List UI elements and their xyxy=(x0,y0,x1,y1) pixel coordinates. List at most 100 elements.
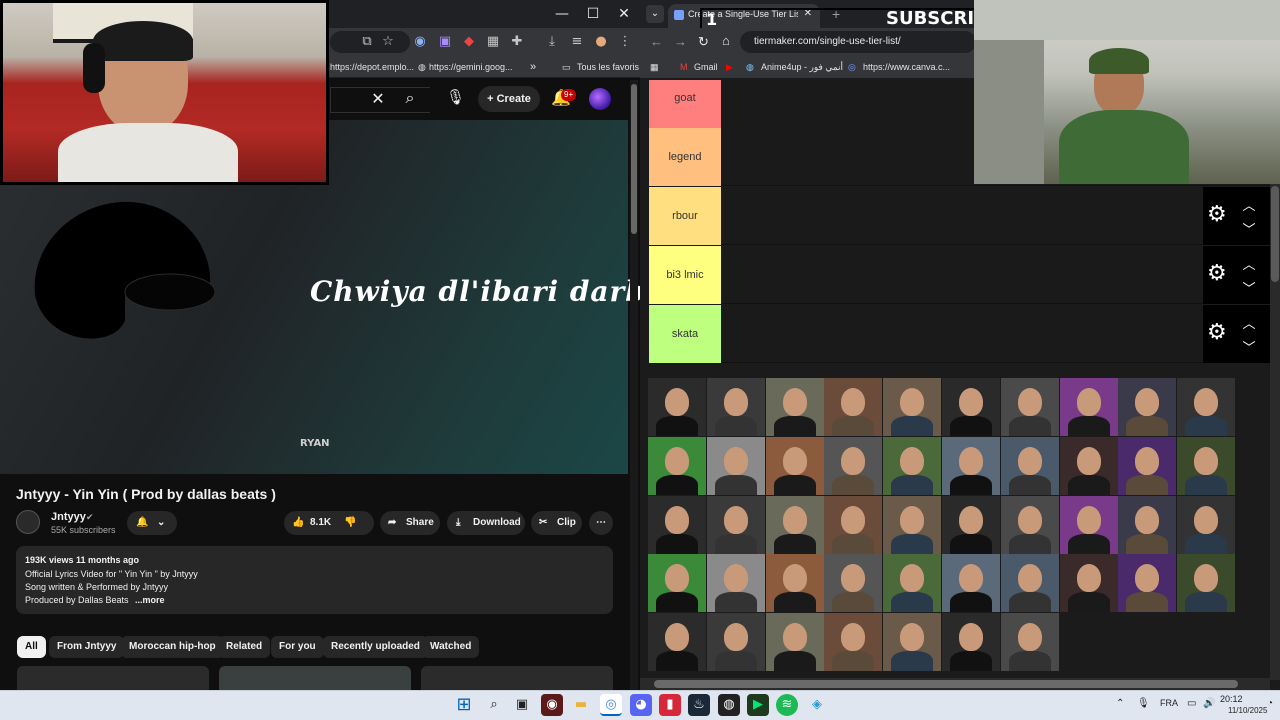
tier-label[interactable]: bi3 lmic xyxy=(649,246,721,304)
create-button[interactable]: + Create xyxy=(478,86,540,112)
forward-icon[interactable]: → xyxy=(674,34,687,49)
chip-from-channel[interactable]: From Jntyyy xyxy=(49,636,125,658)
tier-item-image[interactable] xyxy=(1059,378,1118,436)
tier-item-image[interactable] xyxy=(824,554,883,613)
download-icon[interactable]: ⤓ xyxy=(543,33,561,51)
tier-item-image[interactable] xyxy=(765,554,824,613)
network-app-icon[interactable]: ◈ xyxy=(806,694,828,716)
notification-center-icon[interactable]: ◔ xyxy=(1267,698,1273,709)
tier-item-image[interactable] xyxy=(942,613,1000,672)
channel-name[interactable]: Jntyyy xyxy=(51,511,86,523)
search-icon[interactable]: ⌕ xyxy=(483,694,505,716)
task-view-icon[interactable]: ▣ xyxy=(511,694,533,716)
davinci-icon[interactable]: ◉ xyxy=(541,694,563,716)
extension-audio-icon[interactable]: ◉ xyxy=(411,33,429,51)
tier-label[interactable]: rbour xyxy=(649,187,721,245)
tier-item-image[interactable] xyxy=(1177,495,1236,554)
tier-item-image[interactable] xyxy=(1059,436,1118,495)
gear-icon[interactable]: ⚙ xyxy=(1207,263,1229,285)
install-app-icon[interactable]: ⧉ xyxy=(358,33,376,51)
chip-moroccan-hip-hop[interactable]: Moroccan hip-hop xyxy=(121,636,224,658)
extension-purple-icon[interactable]: ▣ xyxy=(436,33,454,51)
tier-item-image[interactable] xyxy=(1177,436,1236,495)
recommended-thumbnail[interactable] xyxy=(219,666,411,690)
tier-item-image[interactable] xyxy=(765,436,824,495)
minimize-icon[interactable]: — xyxy=(547,4,577,24)
maximize-icon[interactable]: ☐ xyxy=(578,4,608,24)
tier-item-image[interactable] xyxy=(765,495,824,554)
show-hidden-icons-chevron[interactable]: ⌃ xyxy=(1116,698,1124,709)
chevron-up-icon[interactable]: ︿ xyxy=(1241,313,1257,332)
gear-icon[interactable]: ⚙ xyxy=(1207,322,1229,344)
tier-item-image[interactable] xyxy=(765,378,824,436)
tier-item-image[interactable] xyxy=(1000,613,1059,672)
horizontal-scroll-thumb[interactable] xyxy=(654,680,1238,688)
tier-label[interactable]: legend xyxy=(649,128,721,186)
tier-label[interactable]: skata xyxy=(649,305,721,363)
tier-item-image[interactable] xyxy=(1177,554,1236,613)
share-button[interactable]: ➦ Share xyxy=(380,511,440,535)
voice-search-icon[interactable]: 🎙 xyxy=(446,88,465,106)
tier-item-image[interactable] xyxy=(824,378,883,436)
chip-related[interactable]: Related xyxy=(218,636,271,658)
tier-item-image[interactable] xyxy=(1000,378,1059,436)
tier-item-image[interactable] xyxy=(706,378,765,436)
chevron-down-icon[interactable]: ﹀ xyxy=(1241,219,1257,238)
tier-item-image[interactable] xyxy=(942,378,1000,436)
gear-icon[interactable]: ⚙ xyxy=(1207,204,1229,226)
recommended-thumbnail[interactable] xyxy=(421,666,613,690)
tier-item-image[interactable] xyxy=(648,613,706,672)
channel-avatar[interactable] xyxy=(16,510,40,534)
tier-item-image[interactable] xyxy=(1000,554,1059,613)
profile-avatar-icon[interactable]: ● xyxy=(592,33,610,51)
extension-red-icon[interactable]: ◆ xyxy=(460,33,478,51)
tier-item-image[interactable] xyxy=(883,613,942,672)
tier-item-image[interactable] xyxy=(706,495,765,554)
tier-item-image[interactable] xyxy=(1118,378,1177,436)
discord-icon[interactable]: ◕ xyxy=(630,694,652,716)
chip-for-you[interactable]: For you xyxy=(271,636,324,658)
dislike-icon[interactable]: 👎 xyxy=(344,511,356,535)
steam-icon[interactable]: ♨ xyxy=(688,694,710,716)
address-bar[interactable]: tiermaker.com/single-use-tier-list/ xyxy=(740,31,976,53)
start-windows-icon[interactable]: ⊞ xyxy=(453,694,475,716)
like-count[interactable]: 8.1K xyxy=(310,511,331,535)
page-scroll-thumb[interactable] xyxy=(631,84,637,234)
microphone-icon[interactable]: 🎙 xyxy=(1137,698,1150,709)
file-explorer-icon[interactable]: ▬ xyxy=(570,694,592,716)
bookmark-anime4up[interactable]: Anime4up - أنمي فور xyxy=(761,59,843,75)
tier-item-image[interactable] xyxy=(824,613,883,672)
bookmark-gmail[interactable]: Gmail xyxy=(694,59,718,75)
tier-item-image[interactable] xyxy=(1059,495,1118,554)
notification-bell-button[interactable]: 🔔 ⌄ xyxy=(127,511,177,535)
chip-watched[interactable]: Watched xyxy=(422,636,480,658)
right-scroll-thumb[interactable] xyxy=(1271,186,1279,282)
tier-item-image[interactable] xyxy=(648,495,706,554)
more-bookmarks-chevron[interactable]: » xyxy=(530,59,536,75)
apps-grid-icon[interactable]: ▦ xyxy=(650,59,659,75)
all-bookmarks[interactable]: Tous les favoris xyxy=(577,59,639,75)
tier-item-image[interactable] xyxy=(883,495,942,554)
bookmark-gemini[interactable]: https://gemini.goog... xyxy=(429,59,513,75)
tier-item-image[interactable] xyxy=(1000,495,1059,554)
red-app-icon[interactable]: ▮ xyxy=(659,694,681,716)
extensions-puzzle-icon[interactable]: ✚ xyxy=(508,33,526,51)
chip-recently-uploaded[interactable]: Recently uploaded xyxy=(323,636,428,658)
tier-item-image[interactable] xyxy=(1118,495,1177,554)
tier-item-image[interactable] xyxy=(942,495,1000,554)
chevron-down-icon[interactable]: ﹀ xyxy=(1241,337,1257,356)
tier-item-image[interactable] xyxy=(883,378,942,436)
tier-item-image[interactable] xyxy=(1059,554,1118,613)
obs-icon[interactable]: ◍ xyxy=(718,694,740,716)
tier-item-image[interactable] xyxy=(1177,378,1236,436)
tier-item-image[interactable] xyxy=(883,436,942,495)
tier-item-image[interactable] xyxy=(1118,554,1177,613)
reload-icon[interactable]: ↻ xyxy=(698,34,709,50)
network-icon[interactable]: ▭ xyxy=(1187,698,1196,709)
extension-grid-icon[interactable]: ▦ xyxy=(484,33,502,51)
input-language[interactable]: FRA xyxy=(1160,698,1178,708)
tier-item-image[interactable] xyxy=(883,554,942,613)
tier-item-image[interactable] xyxy=(942,436,1000,495)
chevron-up-icon[interactable]: ︿ xyxy=(1241,195,1257,214)
clock-date[interactable]: 11/10/2025 xyxy=(1228,706,1267,715)
